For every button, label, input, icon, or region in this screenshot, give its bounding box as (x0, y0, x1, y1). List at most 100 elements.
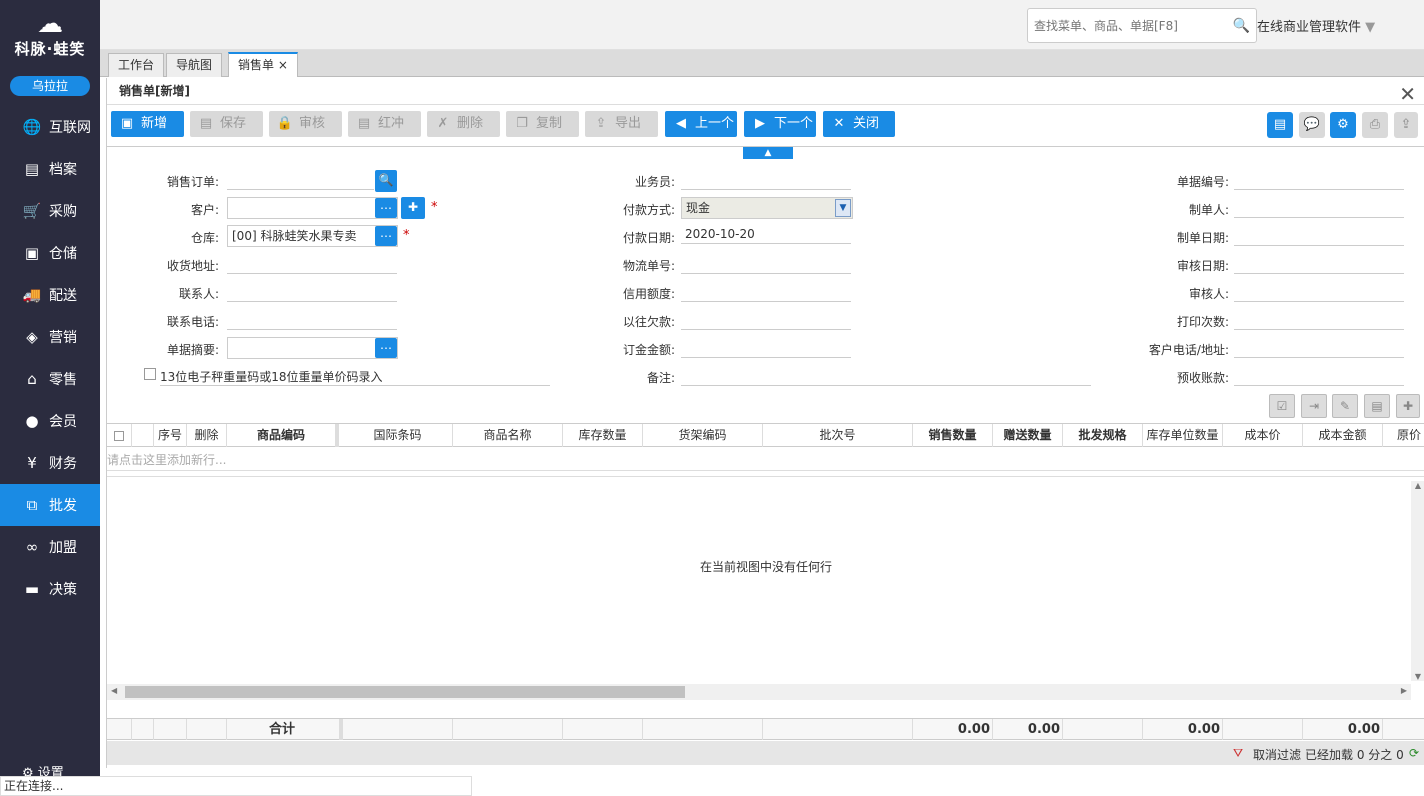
scale-code-field[interactable] (160, 385, 550, 386)
collapse-toggle[interactable]: ▲ (743, 147, 793, 159)
add-row-hint[interactable]: 请点击这里添加新行... (107, 449, 1424, 471)
tab-workbench[interactable]: 工作台 (108, 53, 165, 77)
sidebar-item-4[interactable]: 🚚 配送 (0, 274, 100, 316)
copy-button[interactable]: ❐ 复制 (506, 111, 579, 137)
grid-col-batch-no[interactable]: 批次号 (763, 424, 913, 447)
save-button[interactable]: ▤ 保存 (190, 111, 263, 137)
auditor-field[interactable] (1234, 282, 1404, 302)
grid-col-gift-qty[interactable]: 赠送数量 (993, 424, 1063, 447)
scroll-left-icon[interactable]: ◀ (111, 686, 117, 695)
warehouse-browse-button[interactable]: ⋯ (375, 226, 397, 246)
audit-button[interactable]: 🔒 审核 (269, 111, 342, 137)
close-button[interactable]: ✕ 关闭 (823, 111, 895, 137)
summary-browse-button[interactable]: ⋯ (375, 338, 397, 358)
grid-col-cost-price[interactable]: 成本价 (1223, 424, 1303, 447)
new-button[interactable]: ▣ 新增 (111, 111, 184, 137)
maker-field[interactable] (1234, 198, 1404, 218)
sidebar-item-5[interactable]: ◈ 营销 (0, 316, 100, 358)
app-title-dropdown[interactable]: 在线商业管理软件 ▼ (1257, 16, 1375, 35)
sidebar-item-6[interactable]: ⌂ 零售 (0, 358, 100, 400)
deposit-field[interactable] (681, 338, 851, 358)
print-icon[interactable]: ⎙ (1362, 112, 1388, 138)
prev-debt-field[interactable] (681, 310, 851, 330)
user-name-badge[interactable]: 乌拉拉 (10, 76, 90, 96)
scale-code-checkbox[interactable] (144, 368, 156, 380)
export-button[interactable]: ⇪ 导出 (585, 111, 658, 137)
chat-icon[interactable]: 💬 (1299, 112, 1325, 138)
check-icon[interactable]: ☑ (1269, 394, 1295, 418)
prev-button[interactable]: ◀ 上一个 (665, 111, 737, 137)
refresh-icon[interactable]: ⟳ (1409, 746, 1419, 760)
warehouse-field[interactable]: [00] 科脉蛙笑水果专卖 (227, 225, 398, 247)
tab-navigation[interactable]: 导航图 (166, 53, 223, 77)
scroll-down-icon[interactable]: ▼ (1411, 672, 1424, 681)
cust-phone-field[interactable] (1234, 338, 1404, 358)
grid-col-seq[interactable]: 序号 (154, 424, 187, 447)
gear-icon[interactable]: ⚙ (1330, 112, 1356, 138)
sidebar-item-9[interactable]: ⧉ 批发 (0, 484, 100, 526)
document-icon[interactable]: ▤ (1364, 394, 1390, 418)
grid-col-barcode[interactable]: 国际条码 (343, 424, 453, 447)
chevron-down-icon[interactable]: ▼ (835, 199, 851, 217)
logistics-field[interactable] (681, 254, 851, 274)
search-order-button[interactable]: 🔍 (375, 170, 397, 192)
address-field[interactable] (227, 254, 397, 274)
upload-icon[interactable]: ⇪ (1394, 112, 1418, 138)
grid-col-cost-amount[interactable]: 成本金额 (1303, 424, 1383, 447)
contact-field[interactable] (227, 282, 397, 302)
grid-col-product-name[interactable]: 商品名称 (453, 424, 563, 447)
grid-col-stock-qty[interactable]: 库存数量 (563, 424, 643, 447)
sales-order-field[interactable] (227, 170, 374, 190)
red-offset-button[interactable]: ▤ 红冲 (348, 111, 421, 137)
sidebar-item-11[interactable]: ▬ 决策 (0, 568, 100, 610)
export-doc-icon[interactable]: ⇥ (1301, 394, 1327, 418)
pay-method-select[interactable]: 现金 (681, 197, 853, 219)
sidebar-item-3[interactable]: ▣ 仓储 (0, 232, 100, 274)
sidebar-item-7[interactable]: ● 会员 (0, 400, 100, 442)
remark-field[interactable] (681, 366, 1091, 386)
edit-icon[interactable]: ✎ (1332, 394, 1358, 418)
clipboard-icon[interactable]: ▤ (1267, 112, 1293, 138)
sidebar-item-0[interactable]: 🌐 互联网 (0, 106, 100, 148)
sidebar-item-settings[interactable]: ⚙ 设置 (0, 762, 100, 776)
scroll-up-icon[interactable]: ▲ (1411, 481, 1424, 490)
audit-date-field[interactable] (1234, 254, 1404, 274)
search-icon[interactable]: 🔍 (1233, 18, 1250, 34)
close-icon[interactable]: × (278, 58, 288, 72)
customer-browse-button[interactable]: ⋯ (375, 198, 397, 218)
cancel-filter-link[interactable]: 取消过滤 (1253, 746, 1301, 763)
pay-date-field[interactable]: 2020-10-20 (681, 224, 851, 244)
search-input[interactable] (1028, 9, 1218, 42)
grid-col-shelf-code[interactable]: 货架编码 (643, 424, 763, 447)
horizontal-scrollbar[interactable]: ◀ ▶ (107, 684, 1411, 700)
make-date-field[interactable] (1234, 226, 1404, 246)
doc-no-field[interactable] (1234, 170, 1404, 190)
sidebar-item-1[interactable]: ▤ 档案 (0, 148, 100, 190)
prepaid-field[interactable] (1234, 366, 1404, 386)
add-doc-icon[interactable]: ✚ (1396, 394, 1420, 418)
sidebar-item-10[interactable]: ∞ 加盟 (0, 526, 100, 568)
grid-col-sales-qty[interactable]: 销售数量 (913, 424, 993, 447)
next-button[interactable]: ▶ 下一个 (744, 111, 816, 137)
summary-field[interactable] (227, 337, 398, 359)
grid-col-stock-unit-qty[interactable]: 库存单位数量 (1143, 424, 1223, 447)
customer-field[interactable] (227, 197, 398, 219)
credit-field[interactable] (681, 282, 851, 302)
print-count-field[interactable] (1234, 310, 1404, 330)
vertical-scrollbar[interactable]: ▲ ▼ (1411, 481, 1424, 681)
grid-col-wholesale-spec[interactable]: 批发规格 (1063, 424, 1143, 447)
scroll-right-icon[interactable]: ▶ (1401, 686, 1407, 695)
select-all-checkbox[interactable] (107, 424, 132, 447)
salesman-field[interactable] (681, 170, 851, 190)
sidebar-item-2[interactable]: 🛒 采购 (0, 190, 100, 232)
phone-field[interactable] (227, 310, 397, 330)
grid-col-delete[interactable]: 删除 (187, 424, 227, 447)
scroll-thumb[interactable] (125, 686, 685, 698)
delete-button[interactable]: ✗ 删除 (427, 111, 500, 137)
sidebar-item-8[interactable]: ¥ 财务 (0, 442, 100, 484)
grid-col-original-price[interactable]: 原价 (1383, 424, 1424, 447)
panel-close-icon[interactable]: ✕ (1399, 82, 1416, 106)
add-customer-button[interactable]: ✚ (401, 197, 425, 219)
tab-sales-order[interactable]: 销售单 × (228, 52, 298, 77)
grid-col-product-code[interactable]: 商品编码 (227, 424, 339, 447)
